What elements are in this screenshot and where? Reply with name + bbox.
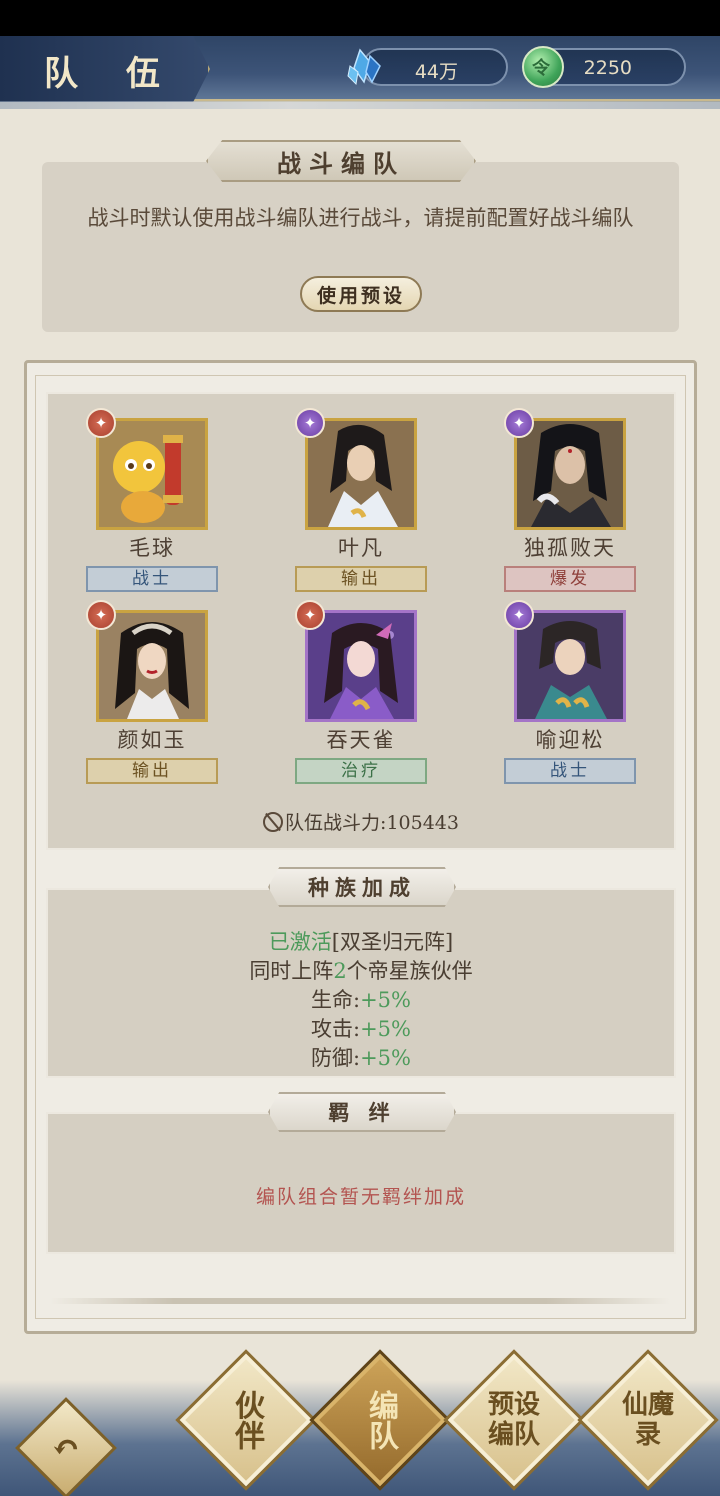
nav-formation-label: 编队 <box>330 1370 430 1470</box>
nav-formation-text: 编队 <box>363 1390 398 1450</box>
activated-status: 已激活 <box>268 930 332 954</box>
race-bonus-details: 已激活[双圣归元阵] 同时上阵2个帝星族伙伴 生命:+5% 攻击:+5% 防御:… <box>46 928 676 1073</box>
jade-currency[interactable]: 令 2250 <box>522 46 686 88</box>
nav-preset-text: 预设编队 <box>487 1390 540 1450</box>
bond-ribbon: 羁 绊 <box>268 1092 456 1132</box>
formation-title-ribbon: 战斗编队 <box>206 140 476 182</box>
use-preset-button[interactable]: 使用预设 <box>300 276 422 312</box>
hero-art-yanruyu <box>99 613 205 719</box>
hero-name: 叶凡 <box>338 536 384 560</box>
hero-name: 颜如玉 <box>117 728 187 752</box>
nav-partner-label: 伙伴 <box>196 1370 296 1470</box>
hero-role-badge: 输出 <box>295 566 427 592</box>
fire-element-icon: ✦ <box>86 408 116 438</box>
nav-record-label: 仙魔录 <box>598 1370 698 1470</box>
fire-element-icon: ✦ <box>295 600 325 630</box>
formation-title: 战斗编队 <box>277 148 405 178</box>
race-bonus-line-1: 已激活[双圣归元阵] <box>46 928 676 957</box>
line2-suffix: 个帝星族伙伴 <box>346 959 473 983</box>
team-power-value: 105443 <box>386 812 459 834</box>
stat-label: 生命: <box>311 988 361 1012</box>
hero-name: 独孤败天 <box>524 536 616 560</box>
hero-portrait[interactable] <box>96 418 208 530</box>
bond-empty-text: 编队组合暂无羁绊加成 <box>255 1186 466 1208</box>
formation-name: [双圣归元阵] <box>331 930 454 954</box>
jade-amount: 2250 <box>583 57 632 79</box>
jade-coin-icon: 令 <box>522 46 564 88</box>
stat-value: +5% <box>360 988 411 1012</box>
hero-art-maoqiu <box>99 421 205 527</box>
hero-art-yefan <box>308 421 414 527</box>
hero-name: 吞天雀 <box>326 728 396 752</box>
stat-label: 防御: <box>311 1046 361 1070</box>
fire-element-icon: ✦ <box>86 600 116 630</box>
crystal-amount: 44万 <box>414 61 458 83</box>
hero-portrait[interactable] <box>514 610 626 722</box>
hero-role-badge: 战士 <box>504 758 636 784</box>
stat-value: +5% <box>360 1017 411 1041</box>
team-power: 队伍战斗力:105443 <box>46 808 676 835</box>
stat-value: +5% <box>360 1046 411 1070</box>
hero-portrait[interactable] <box>96 610 208 722</box>
nav-partner-text: 伙伴 <box>229 1390 264 1450</box>
race-bonus-line-2: 同时上阵2个帝星族伙伴 <box>46 957 676 986</box>
violet-element-icon: ✦ <box>504 600 534 630</box>
panel-divider <box>50 1298 670 1304</box>
bond-title: 羁 绊 <box>328 1100 396 1125</box>
race-bonus-ribbon: 种族加成 <box>268 867 456 907</box>
power-icon <box>263 812 284 832</box>
hero-portrait[interactable] <box>514 418 626 530</box>
stat-defense: 防御:+5% <box>46 1044 676 1073</box>
status-bar <box>0 0 720 36</box>
hero-art-tuntianque <box>308 613 414 719</box>
hero-role-badge: 爆发 <box>504 566 636 592</box>
violet-element-icon: ✦ <box>504 408 534 438</box>
line2-prefix: 同时上阵 <box>249 959 334 983</box>
top-header: 队 伍 44万 令 2250 <box>0 36 720 109</box>
nav-preset-label: 预设编队 <box>464 1370 564 1470</box>
formation-description: 战斗时默认使用战斗编队进行战斗，请提前配置好战斗编队 <box>87 206 634 230</box>
hero-role-badge: 输出 <box>86 758 218 784</box>
crystal-icon <box>347 48 381 86</box>
page-title: 队 伍 <box>44 54 178 94</box>
back-arrow-icon: ↶ <box>51 1428 81 1468</box>
team-power-label: 队伍战斗力: <box>285 812 387 834</box>
hero-name: 毛球 <box>129 536 175 560</box>
race-bonus-title: 种族加成 <box>308 875 416 900</box>
stat-attack: 攻击:+5% <box>46 1015 676 1044</box>
hero-portrait[interactable] <box>305 610 417 722</box>
crystal-currency[interactable]: 44万 <box>347 48 508 86</box>
violet-element-icon: ✦ <box>295 408 325 438</box>
hero-art-yuyingsong <box>517 613 623 719</box>
hero-name: 喻迎松 <box>535 728 605 752</box>
stat-label: 攻击: <box>311 1017 361 1041</box>
nav-record-text: 仙魔录 <box>621 1390 674 1450</box>
partner-count: 2 <box>333 959 347 983</box>
hero-art-dugubaitian <box>517 421 623 527</box>
hero-portrait[interactable] <box>305 418 417 530</box>
hero-role-badge: 治疗 <box>295 758 427 784</box>
hero-role-badge: 战士 <box>86 566 218 592</box>
stat-hp: 生命:+5% <box>46 986 676 1015</box>
